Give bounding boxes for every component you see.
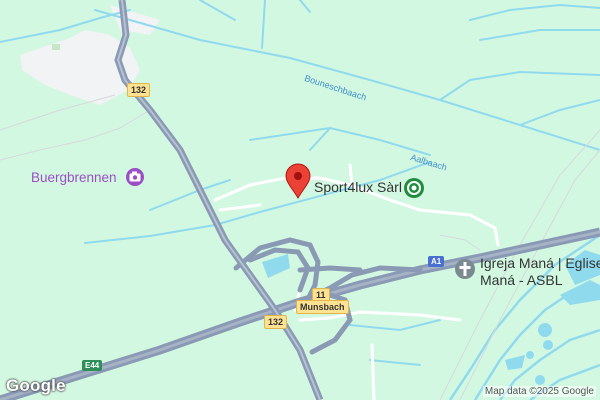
road-shield-munsbach: Munsbach <box>296 300 349 314</box>
map-canvas[interactable]: Bouneschbaach Aalbaach Buergbrennen Spor… <box>0 0 600 400</box>
church-cross-icon[interactable] <box>455 259 475 279</box>
map-base-layer <box>0 0 600 400</box>
road-shield-132-bottom: 132 <box>264 315 288 329</box>
park-patch <box>52 44 60 50</box>
road-shield-e44: E44 <box>82 360 103 371</box>
sport-poi-icon[interactable] <box>404 178 424 198</box>
place-label-sport4lux[interactable]: Sport4lux Sàrl <box>314 180 402 194</box>
camera-icon[interactable] <box>126 168 144 186</box>
road-shield-a1: A1 <box>428 256 445 267</box>
place-label-buergbrennen[interactable]: Buergbrennen <box>31 171 117 185</box>
map-pin-marker[interactable] <box>285 163 311 199</box>
place-label-church-line1[interactable]: Igreja Maná | Eglise <box>480 256 600 270</box>
road-shield-132-top: 132 <box>127 83 151 97</box>
road-132 <box>114 0 324 400</box>
map-attribution: Map data ©2025 Google <box>482 386 596 397</box>
google-logo[interactable]: Google <box>6 376 66 396</box>
place-label-church-line2[interactable]: Maná - ASBL <box>480 273 563 287</box>
builtup-area-small <box>110 5 160 35</box>
